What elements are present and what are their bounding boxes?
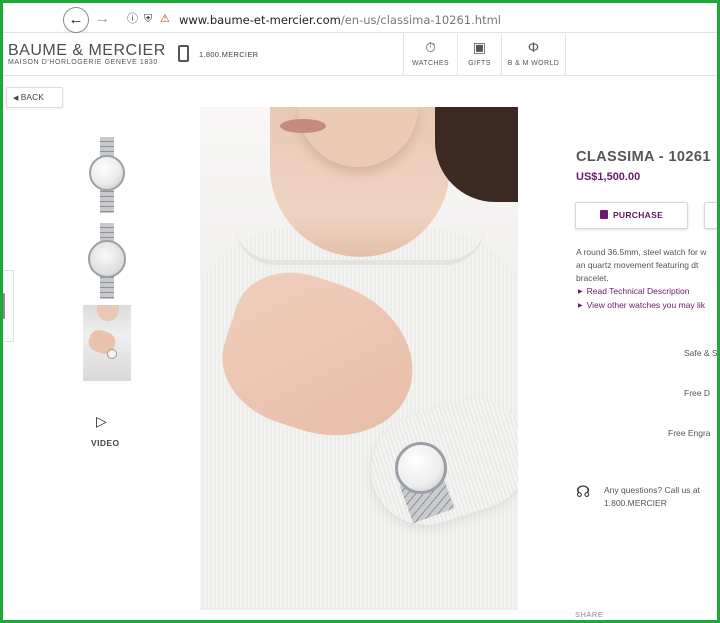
side-panel-tab[interactable]	[0, 270, 14, 342]
brand-tagline: MAISON D'HORLOGERIE GENEVE 1830	[8, 59, 158, 66]
service-free-engraving: Free Engra	[668, 428, 711, 438]
headset-icon: ☊	[576, 484, 591, 501]
video-label[interactable]: VIDEO	[91, 438, 119, 448]
purchase-button[interactable]: PURCHASE	[575, 202, 688, 229]
help-phone[interactable]: 1.800.MERCIER	[604, 497, 700, 510]
description-line: A round 36.5mm, steel watch for w	[576, 247, 707, 257]
insecure-lock-icon[interactable]: ⚠	[160, 12, 170, 26]
thumbnail-back[interactable]	[83, 223, 131, 299]
other-watches-link[interactable]: ▶ View other watches you may lik	[578, 300, 705, 310]
browser-toolbar: ← → ⓘ ⛨ ⚠ www.baume-et-mercier.com/en-us…	[3, 3, 717, 33]
model-neck-image	[97, 305, 119, 321]
gift-icon: ▣	[472, 39, 487, 55]
triangle-right-icon: ▶	[578, 289, 583, 295]
purchase-button-label: PURCHASE	[612, 210, 664, 220]
product-title: CLASSIMA - 10261	[576, 149, 711, 165]
site-header: BAUME & MERCIER MAISON D'HORLOGERIE GENE…	[3, 34, 717, 76]
watch-icon: ⏱	[425, 39, 436, 55]
chevron-left-icon: ◀	[13, 95, 19, 102]
share-label: SHARE	[575, 610, 604, 619]
model-watch-image	[107, 349, 117, 359]
info-icon[interactable]: ⓘ	[127, 12, 138, 26]
watch-caseback-image	[88, 240, 126, 278]
service-safe-secure: Safe & S	[684, 348, 718, 358]
watch-face-image	[89, 155, 125, 191]
brand-logo[interactable]: BAUME & MERCIER	[8, 42, 166, 60]
main-product-image[interactable]	[200, 107, 518, 610]
secondary-button[interactable]	[704, 202, 720, 229]
watch-image	[395, 442, 447, 494]
header-phone[interactable]: 1.800.MERCIER	[199, 50, 258, 59]
link-label: Read Technical Description	[586, 286, 690, 296]
back-button-label: BACK	[20, 92, 44, 102]
collar-image	[235, 225, 485, 265]
thumbnail-model[interactable]	[83, 305, 131, 381]
nav-watches-label: WATCHES	[411, 60, 450, 67]
back-button[interactable]: ◀ BACK	[6, 87, 63, 108]
help-contact: Any questions? Call us at 1.800.MERCIER	[604, 484, 700, 510]
product-price: US$1,500.00	[576, 171, 641, 183]
shield-icon[interactable]: ⛨	[144, 12, 152, 26]
phone-icon	[178, 45, 189, 62]
nav-gifts[interactable]: ▣ GIFTS	[457, 34, 501, 75]
url-domain: www.baume-et-mercier.com	[179, 13, 341, 27]
technical-description-link[interactable]: ▶ Read Technical Description	[578, 286, 689, 296]
thumbnail-front[interactable]	[83, 137, 131, 213]
nav-watches[interactable]: ⏱ WATCHES	[403, 34, 457, 75]
back-arrow-icon[interactable]: ←	[63, 7, 89, 33]
product-description: A round 36.5mm, steel watch for w an qua…	[576, 246, 720, 285]
description-line: an quartz movement featuring dt	[576, 260, 699, 270]
service-free-delivery: Free D	[684, 388, 710, 398]
nav-bm-world-label: B & M WORLD	[507, 60, 560, 67]
url-path: /en-us/classima-10261.html	[340, 13, 501, 27]
forward-arrow-icon[interactable]: →	[95, 10, 110, 27]
help-question: Any questions? Call us at	[604, 485, 700, 495]
link-label: View other watches you may lik	[586, 300, 706, 310]
triangle-right-icon: ▶	[578, 303, 583, 309]
lips-image	[280, 119, 326, 133]
address-bar[interactable]: www.baume-et-mercier.com/en-us/classima-…	[179, 13, 501, 27]
nav-gifts-label: GIFTS	[468, 60, 491, 67]
phi-icon: Φ	[527, 39, 540, 55]
description-line: bracelet.	[576, 273, 609, 283]
play-icon[interactable]: ▷	[96, 413, 107, 430]
shopping-bag-icon	[599, 210, 608, 219]
nav-bm-world[interactable]: Φ B & M WORLD	[501, 34, 566, 75]
